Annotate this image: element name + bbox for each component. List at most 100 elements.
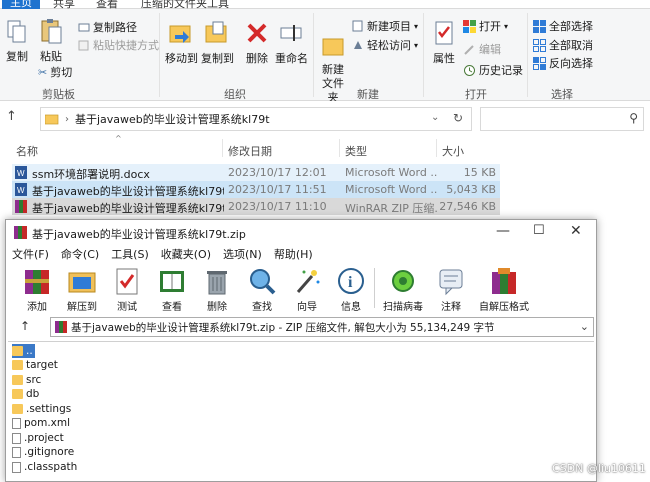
- easy-access-button[interactable]: 轻松访问 ▾: [352, 37, 418, 53]
- organize-group-label: 组织: [224, 88, 246, 101]
- column-name[interactable]: 名称: [16, 143, 38, 159]
- list-item[interactable]: ..: [12, 344, 35, 358]
- wizard-label: 向导: [297, 302, 317, 313]
- up-arrow-icon[interactable]: ↑: [6, 109, 17, 124]
- view-button[interactable]: 查看: [149, 266, 195, 313]
- copy-path-button[interactable]: 复制路径: [78, 19, 137, 35]
- minimize-icon[interactable]: —: [496, 223, 510, 239]
- paste-shortcut-label: 粘贴快捷方式: [93, 39, 159, 52]
- archive-path-field[interactable]: 基于javaweb的毕业设计管理系统kl79t.zip - ZIP 压缩文件, …: [50, 317, 594, 337]
- menu-tools[interactable]: 工具(S): [111, 246, 149, 262]
- close-icon[interactable]: ✕: [570, 223, 582, 239]
- folder-icon: [12, 404, 23, 414]
- select-none-button[interactable]: 全部取消: [533, 37, 593, 53]
- history-button[interactable]: 历史记录: [463, 62, 523, 78]
- test-label: 测试: [117, 302, 137, 313]
- group-divider: [159, 13, 160, 97]
- test-button[interactable]: 测试: [104, 266, 150, 313]
- menu-options[interactable]: 选项(N): [223, 246, 262, 262]
- delete-archive-button[interactable]: 删除: [194, 266, 240, 313]
- group-divider: [423, 13, 424, 97]
- word-doc-icon: W: [15, 166, 27, 179]
- column-modified[interactable]: 修改日期: [228, 143, 272, 159]
- delete-button[interactable]: 删除: [244, 19, 270, 66]
- rename-button[interactable]: 重命名: [275, 19, 308, 66]
- find-button[interactable]: 查找: [239, 266, 285, 313]
- list-item[interactable]: db: [12, 387, 39, 401]
- column-headers: ^ 名称 修改日期 类型 大小: [0, 134, 650, 159]
- list-item[interactable]: .project: [12, 431, 64, 445]
- chevron-right-icon: ›: [65, 113, 69, 125]
- file-row[interactable]: W ssm环境部署说明.docx 2023/10/17 12:01 Micros…: [12, 164, 500, 181]
- new-item-button[interactable]: 新建项目 ▾: [352, 18, 418, 34]
- refresh-icon[interactable]: ↻: [453, 111, 463, 125]
- file-icon: [12, 417, 21, 429]
- file-size: 27,546 KB: [439, 200, 496, 213]
- menu-commands[interactable]: 命令(C): [61, 246, 99, 262]
- column-size[interactable]: 大小: [442, 143, 464, 159]
- view-book-icon: [160, 271, 184, 292]
- file-name: 基于javaweb的毕业设计管理系统kl79t.z...: [32, 202, 224, 215]
- sfx-button[interactable]: 自解压格式: [476, 266, 532, 313]
- list-item[interactable]: target: [12, 358, 58, 372]
- search-input[interactable]: ⚲: [480, 107, 644, 131]
- copy-to-label: 复制到: [201, 52, 234, 65]
- list-item[interactable]: src: [12, 373, 41, 387]
- group-divider: [313, 13, 314, 97]
- menu-favorites[interactable]: 收藏夹(O): [161, 246, 211, 262]
- copy-label: 复制: [6, 50, 28, 63]
- select-none-icon: [533, 38, 546, 52]
- properties-button[interactable]: 属性: [430, 19, 458, 66]
- copy-button[interactable]: 复制: [5, 19, 29, 64]
- add-button[interactable]: 添加: [14, 266, 60, 313]
- winrar-archive-icon: [15, 200, 27, 213]
- file-row[interactable]: 基于javaweb的毕业设计管理系统kl79t.z... 2023/10/17 …: [12, 198, 500, 215]
- list-item[interactable]: .settings: [12, 402, 71, 416]
- select-all-button[interactable]: 全部选择: [533, 18, 593, 34]
- edit-button[interactable]: 编辑: [463, 41, 501, 57]
- address-bar[interactable]: › 基于javaweb的毕业设计管理系统kl79t ⌄ ↻: [40, 107, 472, 131]
- info-label: 信息: [341, 302, 361, 313]
- winrar-path-bar: ↑ 基于javaweb的毕业设计管理系统kl79t.zip - ZIP 压缩文件…: [6, 315, 596, 339]
- list-item-name: pom.xml: [24, 417, 71, 429]
- wizard-button[interactable]: 向导: [284, 266, 330, 313]
- file-size: 15 KB: [463, 166, 496, 179]
- list-item[interactable]: pom.xml: [12, 416, 70, 430]
- paste-shortcut-button[interactable]: 粘贴快捷方式: [78, 37, 159, 53]
- up-arrow-icon[interactable]: ↑: [20, 319, 30, 333]
- column-type[interactable]: 类型: [345, 143, 367, 159]
- cut-button[interactable]: ✂ 剪切: [38, 64, 72, 80]
- extract-folder-icon: [68, 272, 96, 293]
- list-item[interactable]: .gitignore: [12, 445, 74, 459]
- open-button[interactable]: 打开 ▾: [463, 18, 508, 34]
- chevron-down-icon[interactable]: ⌄: [580, 320, 589, 333]
- svg-text:W: W: [17, 186, 25, 195]
- copy-to-button[interactable]: 复制到: [201, 19, 234, 66]
- winrar-title-bar[interactable]: 基于javaweb的毕业设计管理系统kl79t.zip — ☐ ✕: [6, 220, 596, 246]
- column-divider[interactable]: [436, 139, 437, 157]
- file-date: 2023/10/17 12:01: [228, 166, 327, 179]
- ribbon-tab-bar: 主页 共享 查看 压缩的文件夹工具: [0, 0, 650, 10]
- list-item[interactable]: .classpath: [12, 460, 77, 474]
- address-path: 基于javaweb的毕业设计管理系统kl79t: [75, 113, 270, 126]
- copy-icon: [7, 20, 26, 43]
- menu-file[interactable]: 文件(F): [12, 246, 49, 262]
- maximize-icon[interactable]: ☐: [533, 223, 545, 238]
- tab-home[interactable]: 主页: [2, 0, 40, 9]
- paste-button[interactable]: 粘贴: [38, 17, 64, 64]
- extract-to-button[interactable]: 解压到: [59, 266, 105, 313]
- open-label: 打开: [479, 20, 501, 33]
- comment-button[interactable]: 注释: [428, 266, 474, 313]
- scan-virus-button[interactable]: 扫描病毒: [380, 266, 426, 313]
- chevron-down-icon[interactable]: ⌄: [431, 112, 439, 123]
- invert-selection-button[interactable]: 反向选择: [533, 55, 593, 71]
- folder-icon: [12, 346, 23, 356]
- move-to-button[interactable]: 移动到: [165, 19, 198, 66]
- column-divider[interactable]: [339, 139, 340, 157]
- info-button[interactable]: i 信息: [328, 266, 374, 313]
- paste-shortcut-icon: [78, 40, 89, 50]
- new-item-icon: [352, 20, 363, 32]
- menu-help[interactable]: 帮助(H): [274, 246, 313, 262]
- column-divider[interactable]: [222, 139, 223, 157]
- file-row[interactable]: W 基于javaweb的毕业设计管理系统kl79t.... 2023/10/17…: [12, 181, 500, 198]
